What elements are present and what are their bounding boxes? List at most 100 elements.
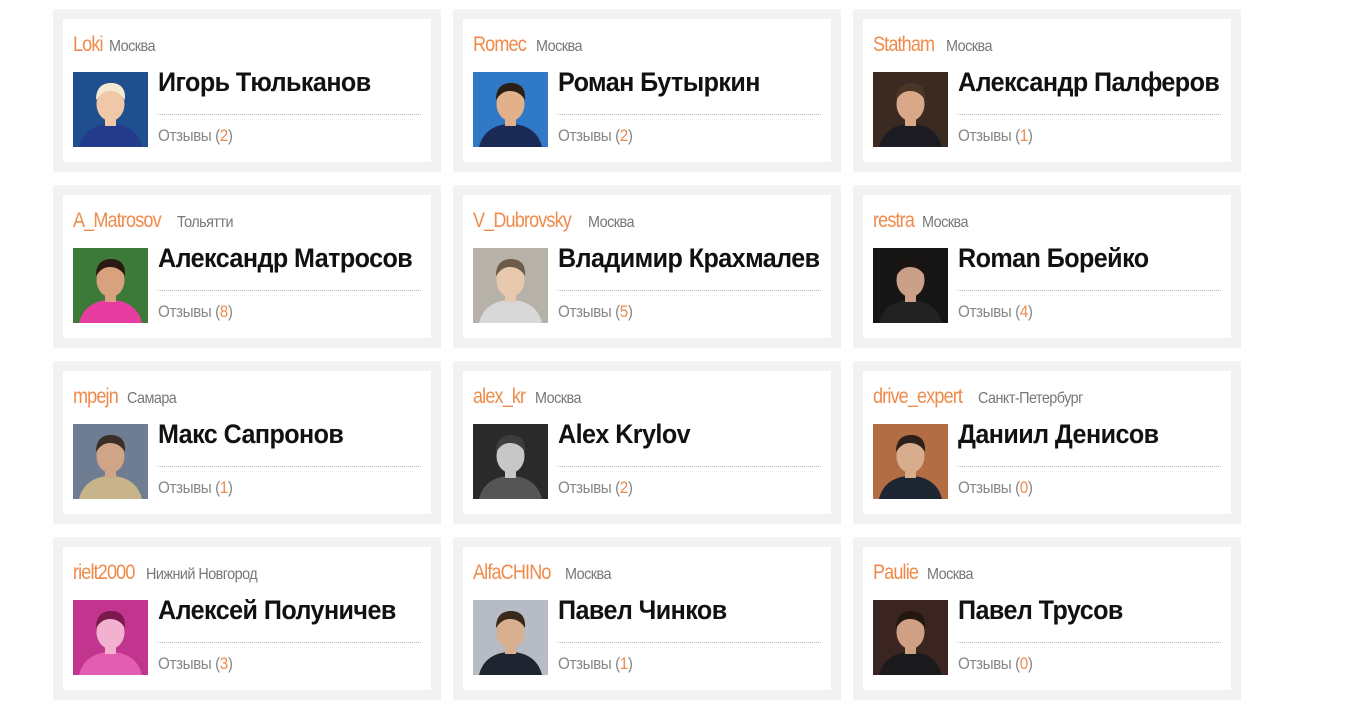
user-reviews-link[interactable]: Отзывы (8) xyxy=(158,302,233,322)
user-meta: Paulie Москва xyxy=(873,561,978,587)
user-reviews-link[interactable]: Отзывы (1) xyxy=(958,126,1033,146)
user-avatar[interactable] xyxy=(873,600,948,675)
user-full-name[interactable]: Александр Матросов xyxy=(158,243,413,274)
user-card-inner: restra Москва Roman Борейко Отзывы (4) xyxy=(863,195,1231,338)
reviews-label: Отзывы xyxy=(958,126,1016,145)
reviews-count: 1 xyxy=(219,478,229,497)
user-full-name[interactable]: Roman Борейко xyxy=(958,243,1149,274)
user-full-name[interactable]: Alex Krylov xyxy=(558,419,691,450)
user-full-name[interactable]: Александр Палферов xyxy=(958,67,1220,98)
user-avatar[interactable] xyxy=(73,72,148,147)
user-card-inner: alex_kr Москва Alex Krylov Отзывы (2) xyxy=(463,371,831,514)
user-full-name[interactable]: Даниил Денисов xyxy=(958,419,1159,450)
user-card-inner: A_Matrosov Тольятти Александр Матросов О… xyxy=(63,195,431,338)
reviews-label: Отзывы xyxy=(158,654,216,673)
user-avatar[interactable] xyxy=(873,248,948,323)
reviews-close-paren: ) xyxy=(627,478,633,497)
reviews-count: 5 xyxy=(619,302,629,321)
user-login-link[interactable]: mpejn xyxy=(73,385,119,409)
reviews-label: Отзывы xyxy=(158,126,216,145)
user-login-link[interactable]: alex_kr xyxy=(473,385,526,409)
user-meta: Romec Москва xyxy=(473,33,587,59)
user-full-name[interactable]: Владимир Крахмалев xyxy=(558,243,820,274)
user-card: Loki Москва Игорь Тюльканов Отзывы (2) xyxy=(53,9,441,172)
user-avatar[interactable] xyxy=(473,72,548,147)
divider xyxy=(558,290,821,291)
user-meta: alex_kr Москва xyxy=(473,385,586,411)
user-login-link[interactable]: Loki xyxy=(73,33,104,57)
divider xyxy=(558,642,821,643)
avatar-photo-icon xyxy=(873,424,948,499)
user-full-name[interactable]: Игорь Тюльканов xyxy=(158,67,371,98)
user-card-inner: Paulie Москва Павел Трусов Отзывы (0) xyxy=(863,547,1231,690)
user-reviews-link[interactable]: Отзывы (2) xyxy=(558,478,633,498)
avatar-photo-icon xyxy=(473,600,548,675)
user-reviews-link[interactable]: Отзывы (2) xyxy=(558,126,633,146)
user-avatar[interactable] xyxy=(473,248,548,323)
user-full-name[interactable]: Павел Трусов xyxy=(958,595,1123,626)
user-card-grid: Loki Москва Игорь Тюльканов Отзывы (2) R… xyxy=(53,9,1241,700)
user-reviews-link[interactable]: Отзывы (5) xyxy=(558,302,633,322)
user-card-inner: rielt2000 Нижний Новгород Алексей Полуни… xyxy=(63,547,431,690)
user-full-name[interactable]: Макс Сапронов xyxy=(158,419,344,450)
reviews-close-paren: ) xyxy=(627,302,633,321)
user-login-link[interactable]: Romec xyxy=(473,33,527,57)
user-avatar[interactable] xyxy=(73,600,148,675)
user-card: Statham Москва Александр Палферов Отзывы… xyxy=(853,9,1241,172)
reviews-label: Отзывы xyxy=(558,302,616,321)
user-avatar[interactable] xyxy=(873,424,948,499)
user-reviews-link[interactable]: Отзывы (1) xyxy=(558,654,633,674)
user-reviews-link[interactable]: Отзывы (4) xyxy=(958,302,1033,322)
user-city: Москва xyxy=(945,38,992,55)
reviews-close-paren: ) xyxy=(1027,302,1033,321)
user-card: Romec Москва Роман Бутыркин Отзывы (2) xyxy=(453,9,841,172)
reviews-close-paren: ) xyxy=(227,654,233,673)
avatar-photo-icon xyxy=(473,248,548,323)
user-card: V_Dubrovsky Москва Владимир Крахмалев От… xyxy=(453,185,841,348)
divider xyxy=(158,642,421,643)
user-card: restra Москва Roman Борейко Отзывы (4) xyxy=(853,185,1241,348)
user-full-name[interactable]: Алексей Полуничев xyxy=(158,595,396,626)
user-avatar[interactable] xyxy=(873,72,948,147)
user-login-link[interactable]: AlfaCHINo xyxy=(473,561,551,585)
user-card-inner: Romec Москва Роман Бутыркин Отзывы (2) xyxy=(463,19,831,162)
user-login-link[interactable]: Statham xyxy=(873,33,935,57)
user-card: Paulie Москва Павел Трусов Отзывы (0) xyxy=(853,537,1241,700)
user-meta: drive_expert Санкт-Петербург xyxy=(873,385,1095,411)
user-city: Санкт-Петербург xyxy=(978,390,1083,407)
user-full-name[interactable]: Роман Бутыркин xyxy=(558,67,760,98)
reviews-count: 1 xyxy=(1019,126,1029,145)
user-city: Нижний Новгород xyxy=(146,566,258,583)
reviews-count: 0 xyxy=(1019,654,1029,673)
user-login-link[interactable]: drive_expert xyxy=(873,385,963,409)
user-reviews-link[interactable]: Отзывы (1) xyxy=(158,478,233,498)
avatar-photo-icon xyxy=(473,72,548,147)
divider xyxy=(158,290,421,291)
reviews-count: 3 xyxy=(219,654,229,673)
user-reviews-link[interactable]: Отзывы (2) xyxy=(158,126,233,146)
user-full-name[interactable]: Павел Чинков xyxy=(558,595,727,626)
user-login-link[interactable]: A_Matrosov xyxy=(73,209,162,233)
user-login-link[interactable]: restra xyxy=(873,209,915,233)
user-avatar[interactable] xyxy=(73,248,148,323)
user-reviews-link[interactable]: Отзывы (0) xyxy=(958,478,1033,498)
user-avatar[interactable] xyxy=(473,600,548,675)
user-meta: A_Matrosov Тольятти xyxy=(73,209,239,235)
user-reviews-link[interactable]: Отзывы (3) xyxy=(158,654,233,674)
avatar-photo-icon xyxy=(873,248,948,323)
reviews-label: Отзывы xyxy=(158,302,216,321)
user-meta: AlfaCHINo Москва xyxy=(473,561,616,587)
user-avatar[interactable] xyxy=(473,424,548,499)
divider xyxy=(158,114,421,115)
user-avatar[interactable] xyxy=(73,424,148,499)
user-login-link[interactable]: rielt2000 xyxy=(73,561,135,585)
user-city: Самара xyxy=(126,390,177,407)
avatar-photo-icon xyxy=(73,424,148,499)
user-meta: Loki Москва xyxy=(73,33,160,59)
user-meta: restra Москва xyxy=(873,209,973,235)
user-login-link[interactable]: Paulie xyxy=(873,561,919,585)
divider xyxy=(558,114,821,115)
user-login-link[interactable]: V_Dubrovsky xyxy=(473,209,572,233)
reviews-label: Отзывы xyxy=(558,654,616,673)
user-reviews-link[interactable]: Отзывы (0) xyxy=(958,654,1033,674)
